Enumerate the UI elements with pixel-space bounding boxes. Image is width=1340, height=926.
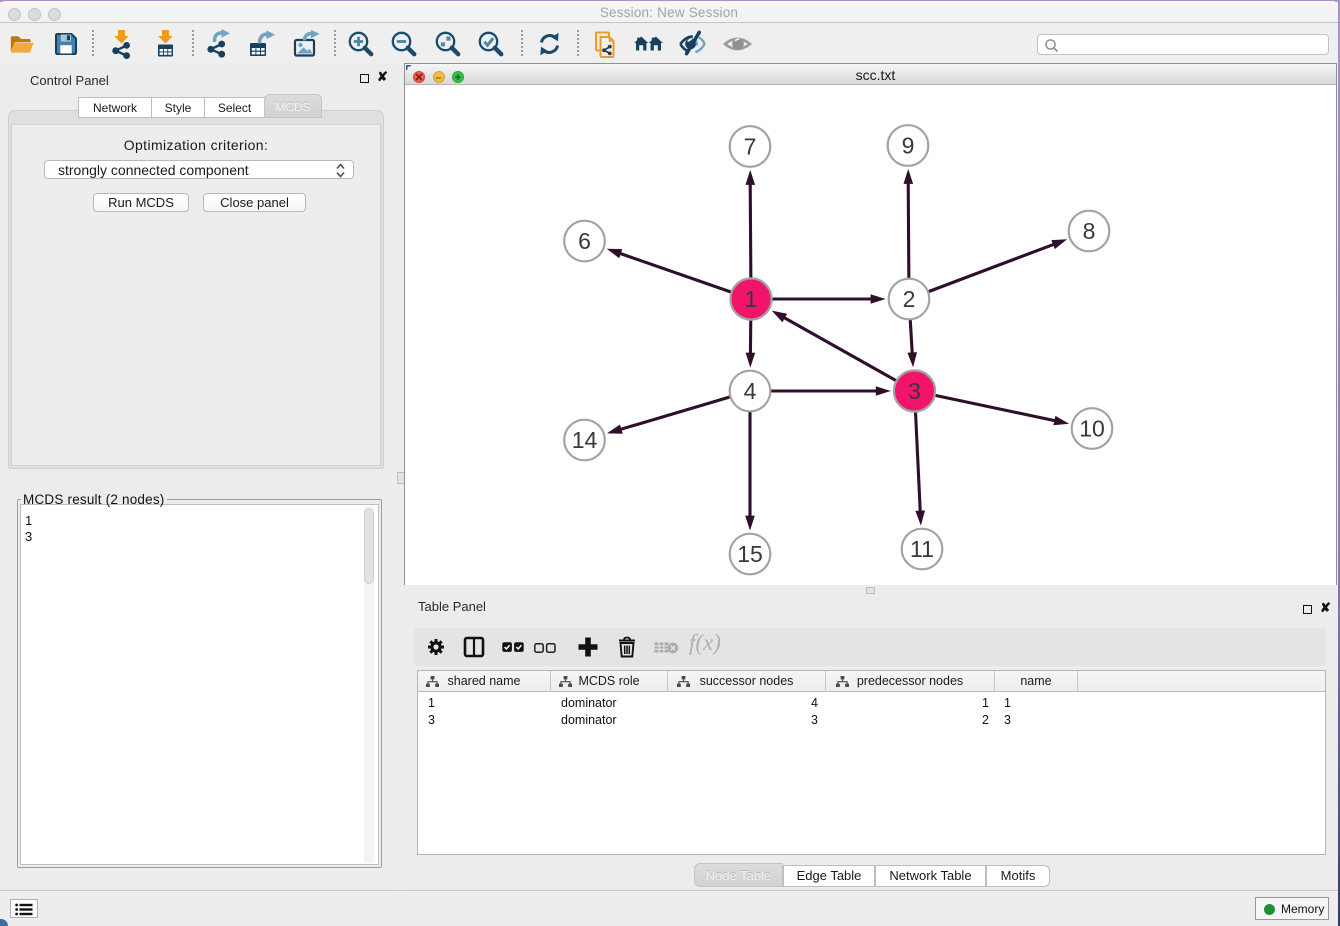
svg-text:3: 3 [908,378,921,404]
svg-text:10: 10 [1079,416,1105,442]
svg-text:2: 2 [903,286,916,312]
svg-text:9: 9 [902,133,915,159]
svg-text:8: 8 [1083,218,1096,244]
svg-text:4: 4 [744,378,757,404]
svg-text:14: 14 [572,427,598,453]
svg-text:6: 6 [578,228,591,254]
svg-text:11: 11 [910,536,934,562]
svg-text:15: 15 [737,541,763,567]
svg-text:1: 1 [745,286,758,312]
svg-text:7: 7 [744,134,757,160]
